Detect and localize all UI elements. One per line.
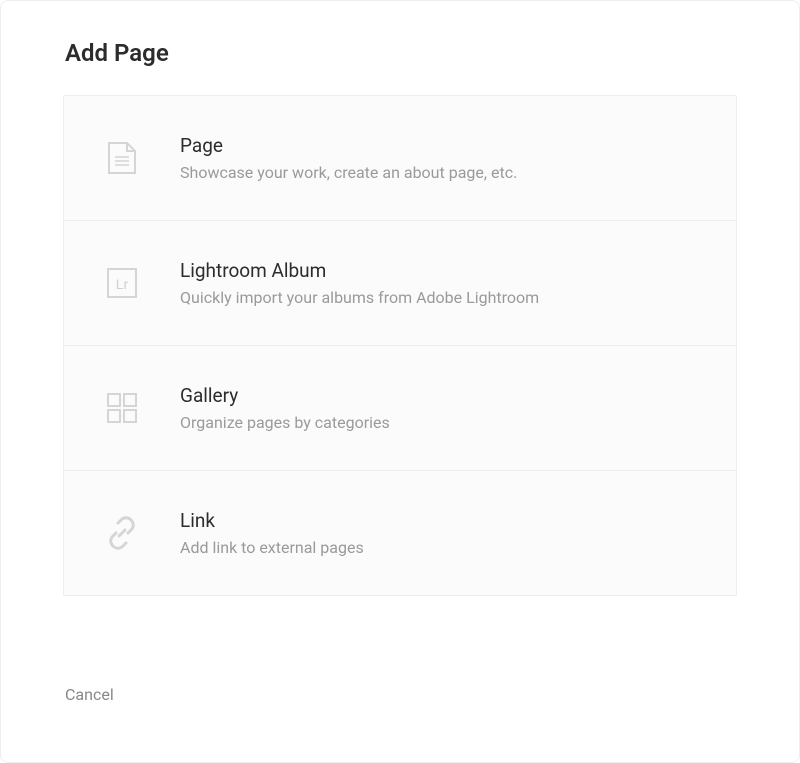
lightroom-icon: Lr: [104, 265, 140, 301]
option-title: Link: [180, 509, 364, 532]
option-text: Lightroom Album Quickly import your albu…: [180, 259, 539, 307]
modal-header: Add Page: [1, 1, 799, 95]
option-text: Link Add link to external pages: [180, 509, 364, 557]
cancel-button[interactable]: Cancel: [65, 677, 114, 712]
svg-text:Lr: Lr: [116, 276, 129, 292]
option-description: Add link to external pages: [180, 538, 364, 557]
option-lightroom-album[interactable]: Lr Lightroom Album Quickly import your a…: [64, 221, 736, 346]
option-description: Organize pages by categories: [180, 413, 390, 432]
modal-title: Add Page: [65, 39, 735, 67]
page-icon: [104, 140, 140, 176]
modal-footer: Cancel: [1, 647, 799, 762]
option-description: Showcase your work, create an about page…: [180, 163, 517, 182]
add-page-modal: Add Page Page Showcase your work, create…: [0, 0, 800, 763]
option-link[interactable]: Link Add link to external pages: [64, 471, 736, 595]
gallery-grid-icon: [104, 390, 140, 426]
page-type-options-list: Page Showcase your work, create an about…: [63, 95, 737, 596]
link-icon: [104, 515, 140, 551]
option-text: Page Showcase your work, create an about…: [180, 134, 517, 182]
option-title: Page: [180, 134, 517, 157]
option-description: Quickly import your albums from Adobe Li…: [180, 288, 539, 307]
option-gallery[interactable]: Gallery Organize pages by categories: [64, 346, 736, 471]
option-title: Lightroom Album: [180, 259, 539, 282]
option-page[interactable]: Page Showcase your work, create an about…: [64, 96, 736, 221]
option-title: Gallery: [180, 384, 390, 407]
option-text: Gallery Organize pages by categories: [180, 384, 390, 432]
